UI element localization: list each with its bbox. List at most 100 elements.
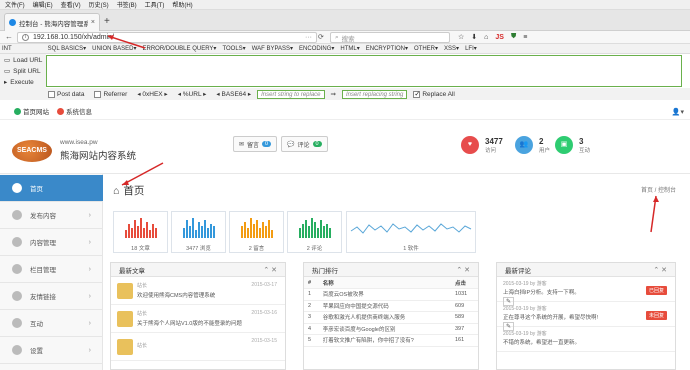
list-item[interactable]: 站长 2015-03-15 bbox=[111, 333, 285, 361]
hackbar-other[interactable]: OTHER▾ bbox=[414, 45, 438, 52]
site-logo: SEACMS bbox=[12, 140, 52, 162]
table-row[interactable]: 2 苹果回应向中国提交源代码 609 bbox=[304, 300, 478, 312]
site-name-block: www.isea.pw 熊海网站内容系统 bbox=[60, 139, 136, 162]
hackbar-xss[interactable]: XSS▾ bbox=[444, 45, 459, 52]
site-info-icon[interactable]: i bbox=[22, 34, 29, 41]
home-site-link[interactable]: 首页网站 bbox=[14, 106, 49, 116]
menu-tools[interactable]: 工具(T) bbox=[144, 0, 166, 9]
browser-tab[interactable]: 控制台 - 熊海内容管理系统 × bbox=[4, 13, 100, 31]
table-row[interactable]: 5 打着软文推广有陷阱，你中招了没有? 161 bbox=[304, 334, 478, 347]
sparkline-bar bbox=[267, 220, 270, 238]
download-icon[interactable]: ⬇ bbox=[471, 33, 477, 41]
hackbar-tools[interactable]: TOOLS▾ bbox=[222, 45, 245, 52]
sparkline-bar bbox=[139, 218, 142, 238]
collapse-close-icons[interactable]: ⌃ ✕ bbox=[653, 266, 667, 274]
sidebar-item-columns[interactable]: 栏目管理 › bbox=[0, 256, 103, 283]
more-icon[interactable]: ··· bbox=[305, 34, 312, 41]
list-item[interactable]: 站长 关于熊海个人网站V1.0版的不能登录的问题 2015-03-16 bbox=[111, 305, 285, 333]
new-tab-button[interactable]: + bbox=[104, 16, 110, 27]
tile-software[interactable]: 1 软件 bbox=[346, 211, 476, 253]
execute-button[interactable]: ▸ Execute bbox=[4, 78, 34, 87]
list-item[interactable]: 站长 欢迎使用熊海CMS内容管理系统 2015-03-17 bbox=[111, 277, 285, 305]
sparkline-bar bbox=[328, 228, 331, 238]
replacing-string-input[interactable]: Insert replacing string bbox=[341, 89, 408, 99]
sparkline-bar bbox=[249, 218, 252, 238]
comments-count-badge: 0 bbox=[312, 141, 322, 147]
tile-messages[interactable]: 2 留言 bbox=[229, 211, 284, 253]
panel-header: 最新评论 ⌃ ✕ bbox=[497, 263, 675, 277]
base64-encode-button[interactable]: ◂ BASE64 ▸ bbox=[216, 90, 251, 98]
hamburger-menu-icon[interactable]: ≡ bbox=[523, 34, 527, 41]
reload-icon[interactable]: ⟳ bbox=[318, 33, 324, 41]
comment-item[interactable]: 2015-03-19 by 游客 上海白挡IP分析。支持一下啊。 ✎ 已回复 bbox=[497, 277, 675, 306]
sparkline-bar bbox=[145, 222, 148, 238]
breadcrumb[interactable]: 首页 / 控制台 bbox=[641, 185, 676, 194]
sparkline-bar bbox=[197, 222, 200, 238]
hackbar-html[interactable]: HTML▾ bbox=[340, 45, 359, 52]
chevron-right-icon: › bbox=[88, 319, 91, 327]
hackbar-lfi[interactable]: LFI▾ bbox=[465, 45, 477, 52]
referrer-checkbox[interactable]: Referrer bbox=[94, 90, 127, 98]
menu-edit[interactable]: 编辑(E) bbox=[32, 0, 54, 9]
favicon-icon bbox=[9, 19, 16, 26]
sparkline-bar bbox=[243, 222, 246, 238]
chevron-right-icon: › bbox=[88, 238, 91, 246]
shield-extension-icon[interactable]: ⛊ bbox=[511, 33, 516, 41]
load-url-button[interactable]: ▭ Load URL bbox=[4, 56, 42, 65]
table-row[interactable]: 1 百度云OS被攻界 1031 bbox=[304, 288, 478, 301]
collapse-close-icons[interactable]: ⌃ ✕ bbox=[456, 266, 470, 274]
bookmark-star-icon[interactable]: ☆ bbox=[458, 33, 464, 41]
software-trend-line bbox=[350, 223, 472, 234]
tile-views[interactable]: 3477 浏览 bbox=[171, 211, 226, 253]
home-icon[interactable]: ⌂ bbox=[484, 34, 488, 41]
search-box[interactable]: ⌕ 搜索 bbox=[330, 32, 450, 43]
comment-item[interactable]: 2015-03-19 by 游客 不错的系统，希望进一直更新。 bbox=[497, 327, 675, 352]
menu-help[interactable]: 帮助(H) bbox=[171, 0, 193, 9]
tile-comments[interactable]: 2 评论 bbox=[287, 211, 342, 253]
hackbar-waf-bypass[interactable]: WAF BYPASS▾ bbox=[252, 45, 293, 52]
sidebar-item-links[interactable]: 友情链接 › bbox=[0, 283, 103, 310]
site-top-bar: 首页网站 系统信息 bbox=[0, 103, 690, 120]
hackbar-url-textarea[interactable] bbox=[46, 55, 682, 87]
menu-view[interactable]: 查看(V) bbox=[60, 0, 82, 9]
menu-bookmarks[interactable]: 书签(B) bbox=[116, 0, 138, 9]
table-row[interactable]: 3 谷歌和激光人机提供商终端入服务 589 bbox=[304, 311, 478, 324]
sparkline-bar bbox=[142, 228, 145, 238]
hackbar-union-based[interactable]: UNION BASED▾ bbox=[92, 45, 136, 52]
url-text: 192.168.10.150/xh/admin/ bbox=[33, 34, 114, 41]
post-data-checkbox[interactable]: Post data bbox=[48, 90, 84, 98]
collapse-close-icons[interactable]: ⌃ ✕ bbox=[263, 266, 277, 274]
hex-encode-button[interactable]: ◂ 0xHEX ▸ bbox=[137, 90, 167, 98]
sidebar-item-interaction[interactable]: 互动 › bbox=[0, 310, 103, 337]
comments-button[interactable]: 💬 评论 0 bbox=[281, 136, 328, 152]
back-arrow-icon[interactable]: ← bbox=[5, 32, 13, 41]
table-row[interactable]: 4 李彦宏谈百度与Google的区别 397 bbox=[304, 323, 478, 335]
hackbar-int-select[interactable]: INT bbox=[2, 46, 12, 52]
hackbar-error-double-query[interactable]: ERROR/DOUBLE QUERY▾ bbox=[143, 45, 217, 52]
menu-history[interactable]: 历史(S) bbox=[88, 0, 110, 9]
replace-all-checkbox[interactable]: Replace All bbox=[413, 90, 455, 98]
replace-string-input[interactable]: Insert string to replace bbox=[257, 89, 325, 99]
menu-file[interactable]: 文件(F) bbox=[4, 0, 26, 9]
url-bar[interactable]: i 192.168.10.150/xh/admin/ ··· bbox=[17, 32, 317, 43]
messages-button[interactable]: ✉ 留言 0 bbox=[233, 136, 278, 152]
system-info-link[interactable]: 系统信息 bbox=[57, 106, 92, 116]
user-menu-icon[interactable]: 👤▾ bbox=[672, 108, 684, 116]
close-tab-icon[interactable]: × bbox=[91, 19, 95, 26]
sidebar-item-publish[interactable]: 发布内容 › bbox=[0, 202, 103, 229]
tile-articles[interactable]: 18 文章 bbox=[113, 211, 168, 253]
hackbar-sql-basics[interactable]: SQL BASICS▾ bbox=[48, 45, 86, 52]
sparkline-bar bbox=[252, 224, 255, 238]
sidebar-item-content[interactable]: 内容管理 › bbox=[0, 229, 103, 256]
sparkline-bar bbox=[270, 230, 273, 238]
js-extension-icon[interactable]: JS bbox=[495, 34, 504, 41]
sparkline-articles bbox=[114, 218, 167, 238]
comment-item[interactable]: 2015-03-19 by 游客 正在尊寻这个系统的开展，希望尽快啊! ✎ 未回复 bbox=[497, 302, 675, 331]
hackbar-encryption[interactable]: ENCRYPTION▾ bbox=[366, 45, 408, 52]
sidebar-item-home[interactable]: 首页 bbox=[0, 175, 103, 202]
hackbar-encoding[interactable]: ENCODING▾ bbox=[299, 45, 334, 52]
sidebar-item-settings[interactable]: 设置 › bbox=[0, 337, 103, 364]
split-url-button[interactable]: ▭ Split URL bbox=[4, 67, 41, 76]
url-encode-button[interactable]: ◂ %URL ▸ bbox=[178, 90, 207, 98]
sparkline-views bbox=[172, 218, 225, 238]
